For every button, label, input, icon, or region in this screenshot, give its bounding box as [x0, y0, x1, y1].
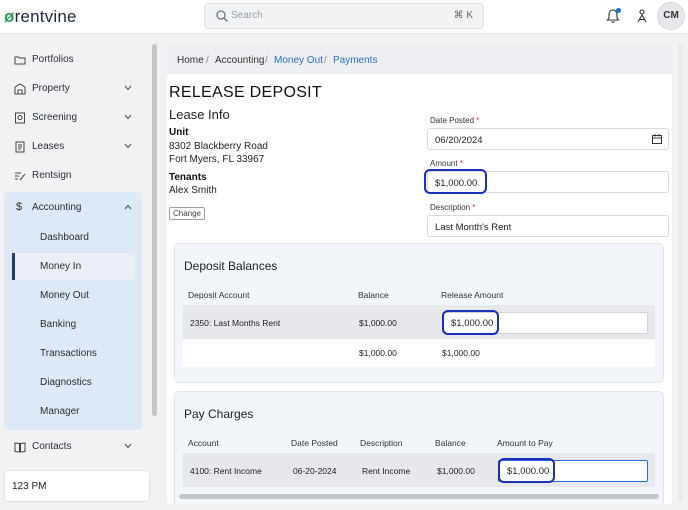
totals-row [183, 339, 655, 367]
pay-charges-card: Pay Charges Account Date Posted Descript… [174, 391, 664, 504]
description-value: Last Month's Rent [435, 222, 512, 233]
document-icon [15, 141, 25, 153]
change-button[interactable]: Change [169, 207, 205, 220]
user-icon[interactable] [636, 9, 648, 23]
sidebar-subitem-banking[interactable]: Banking [40, 319, 76, 330]
chevron-down-icon [124, 85, 132, 91]
sidebar-item-contacts[interactable]: Contacts [12, 436, 144, 458]
charge-balance-cell: $1,000.00 [437, 466, 475, 476]
breadcrumb: Home / Accounting / Money Out / Payments [167, 46, 672, 74]
release-amount-highlight [442, 310, 499, 335]
sidebar-item-label: Accounting [32, 202, 82, 213]
description-label: Description * [430, 203, 476, 212]
charge-account-cell: 4100: Rent Income [190, 466, 262, 476]
charge-date-cell: 06-20-2024 [293, 466, 337, 476]
total-release-amount: $1,000.00 [442, 348, 480, 358]
time-widget: 123 PM [4, 470, 150, 502]
sidebar-subitem-transactions[interactable]: Transactions [40, 348, 97, 359]
column-header: Amount to Pay [497, 438, 553, 448]
amount-label: Amount * [430, 159, 463, 168]
chevron-down-icon [124, 114, 132, 120]
sidebar-subitem-money-in[interactable]: Money In [40, 261, 81, 272]
column-header: Description [360, 438, 403, 448]
sidebar-active-indicator [12, 253, 15, 280]
date-posted-value: 06/20/2024 [435, 135, 483, 146]
accounting-section [4, 192, 142, 430]
folder-icon [14, 56, 26, 65]
breadcrumb-separator: / [265, 55, 268, 66]
sidebar-subitem-diagnostics[interactable]: Diagnostics [40, 377, 92, 388]
search-placeholder: Search [231, 10, 263, 21]
column-header: Account [188, 438, 219, 448]
search-shortcut: ⌘ K [453, 10, 473, 21]
sidebar-item-portfolios[interactable]: Portfolios [12, 49, 144, 71]
sidebar-item-label: Leases [32, 141, 65, 152]
breadcrumb-accounting[interactable]: Accounting [215, 55, 264, 66]
breadcrumb-payments[interactable]: Payments [333, 55, 377, 66]
sidebar-item-property[interactable]: Property [12, 78, 144, 100]
column-header: Date Posted [291, 438, 338, 448]
search-bar[interactable]: Search ⌘ K [204, 3, 484, 29]
book-icon [14, 442, 26, 453]
deposit-balances-card: Deposit Balances Deposit Account Balance… [174, 243, 664, 383]
search-icon [216, 10, 228, 22]
charge-description-cell: Rent Income [362, 466, 411, 476]
column-header: Release Amount [441, 290, 504, 300]
sidebar-item-label: Screening [32, 112, 78, 123]
date-posted-label: Date Posted * [430, 116, 480, 125]
sidebar-item-accounting[interactable]: $ Accounting [12, 197, 144, 219]
breadcrumb-separator: / [206, 55, 209, 66]
unit-label: Unit [169, 127, 189, 138]
sidebar-item-label: Contacts [32, 441, 72, 452]
avatar[interactable]: CM [657, 2, 685, 30]
date-posted-field[interactable]: 06/20/2024 [427, 128, 669, 150]
page-scrollbar[interactable] [678, 44, 683, 502]
unit-address-line2: Fort Myers, FL 33967 [169, 154, 265, 165]
column-header: Balance [358, 290, 389, 300]
horizontal-scrollbar[interactable] [179, 494, 659, 499]
sidebar-item-screening[interactable]: Screening [12, 107, 144, 129]
breadcrumb-money-out[interactable]: Money Out [274, 55, 323, 66]
main-content: Home / Accounting / Money Out / Payments… [167, 46, 672, 504]
rentvine-logo[interactable]: ørentvine [4, 7, 77, 27]
deposit-balances-title: Deposit Balances [184, 259, 278, 273]
breadcrumb-separator: / [324, 55, 327, 66]
sidebar-subitem-manager[interactable]: Manager [40, 406, 79, 417]
screening-icon [15, 112, 25, 124]
page-title: RELEASE DEPOSIT [169, 84, 322, 101]
sidebar-subitem-money-out[interactable]: Money Out [40, 290, 89, 301]
building-icon [14, 83, 26, 95]
tenant-name: Alex Smith [169, 185, 217, 196]
deposit-account-cell: 2350: Last Months Rent [190, 318, 281, 328]
sidebar-item-label: Portfolios [32, 54, 74, 65]
pay-charges-title: Pay Charges [184, 407, 254, 421]
calendar-icon[interactable] [652, 134, 662, 144]
column-header: Balance [435, 438, 466, 448]
lease-info-title: Lease Info [169, 107, 230, 122]
column-header: Deposit Account [188, 290, 250, 300]
sidebar-subitem-dashboard[interactable]: Dashboard [40, 232, 89, 243]
notification-dot [616, 8, 621, 13]
sidebar-scrollbar[interactable] [152, 44, 157, 416]
deposit-balance-cell: $1,000.00 [359, 318, 397, 328]
amount-highlight [424, 169, 487, 194]
signature-icon [15, 172, 26, 181]
breadcrumb-home[interactable]: Home [177, 55, 204, 66]
description-field[interactable]: Last Month's Rent [427, 215, 669, 237]
sidebar-item-rentsign[interactable]: Rentsign [12, 165, 144, 187]
sidebar-item-label: Property [32, 83, 70, 94]
chevron-down-icon [124, 143, 132, 149]
total-balance: $1,000.00 [359, 348, 397, 358]
chevron-down-icon [124, 443, 132, 449]
top-bar: ørentvine Search ⌘ K CM [0, 0, 688, 34]
amount-to-pay-highlight [498, 458, 555, 483]
dollar-icon: $ [16, 201, 23, 213]
unit-address-line1: 8302 Blackberry Road [169, 141, 268, 152]
chevron-up-icon [124, 204, 132, 210]
sidebar-item-label: Rentsign [32, 170, 72, 181]
tenants-label: Tenants [169, 172, 207, 183]
sidebar-item-leases[interactable]: Leases [12, 136, 144, 158]
